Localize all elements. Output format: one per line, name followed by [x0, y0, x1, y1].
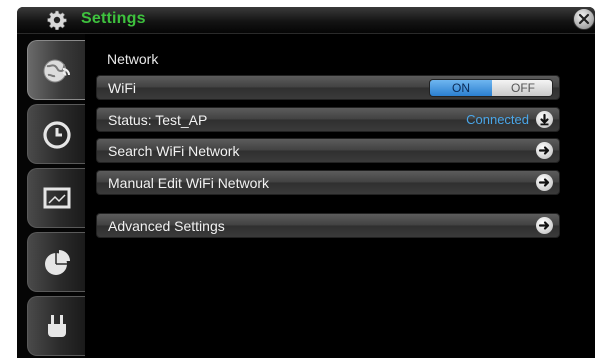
search-wifi-label: Search WiFi Network: [108, 143, 240, 159]
advanced-settings-label: Advanced Settings: [108, 218, 225, 234]
page-title: Settings: [81, 10, 146, 27]
wifi-row: WiFi ON OFF: [96, 75, 560, 100]
display-icon: [43, 187, 71, 209]
clock-icon: [43, 121, 71, 149]
manual-edit-wifi-label: Manual Edit WiFi Network: [108, 175, 270, 191]
arrow-right-icon[interactable]: [536, 174, 553, 191]
tab-power[interactable]: [27, 296, 85, 356]
tab-display[interactable]: [27, 168, 85, 228]
arrow-right-icon[interactable]: [536, 217, 553, 234]
status-row[interactable]: Status: Test_AP Connected: [96, 107, 560, 132]
power-plug-icon: [48, 315, 66, 337]
sidebar: [17, 34, 85, 358]
network-globe-icon: [43, 59, 70, 83]
manual-edit-wifi-row[interactable]: Manual Edit WiFi Network: [96, 170, 560, 195]
tab-pie-chart[interactable]: [27, 232, 85, 292]
settings-screen: Settings Network WiFi ON OFF Status: Tes…: [17, 7, 595, 358]
wifi-on-option[interactable]: ON: [430, 80, 492, 96]
wifi-label: WiFi: [108, 80, 136, 96]
tab-clock[interactable]: [27, 104, 85, 164]
pie-chart-icon: [45, 250, 70, 275]
search-wifi-row[interactable]: Search WiFi Network: [96, 138, 560, 163]
wifi-off-option[interactable]: OFF: [492, 80, 552, 96]
gear-icon: [47, 10, 67, 31]
wifi-toggle[interactable]: ON OFF: [429, 79, 553, 97]
tab-network[interactable]: [27, 40, 85, 100]
close-button[interactable]: [573, 8, 595, 30]
close-icon: [578, 13, 590, 25]
advanced-settings-row[interactable]: Advanced Settings: [96, 213, 560, 238]
title-bar: Settings: [17, 7, 595, 34]
section-title: Network: [107, 51, 159, 67]
status-value: Connected: [466, 112, 529, 127]
arrow-right-icon[interactable]: [536, 142, 553, 159]
download-icon[interactable]: [536, 111, 553, 128]
status-label: Status: Test_AP: [108, 112, 208, 128]
